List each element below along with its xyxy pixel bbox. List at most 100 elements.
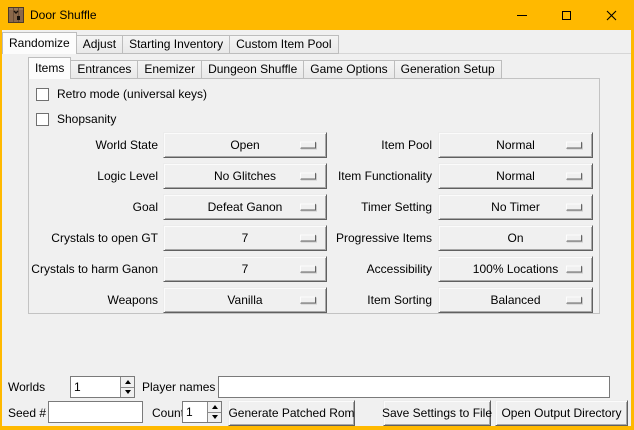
spin-up-icon [212, 405, 218, 409]
window-controls [499, 0, 634, 30]
retro-mode-checkbox[interactable] [36, 88, 49, 101]
tab-game-options[interactable]: Game Options [303, 60, 394, 79]
field-row: Logic Level No Glitches Item Functionali… [0, 163, 634, 189]
goal-dropdown[interactable]: Defeat Ganon [163, 194, 327, 220]
spin-down-icon [125, 390, 131, 394]
goal-value: Defeat Ganon [208, 200, 283, 214]
item-sorting-label: Item Sorting [320, 287, 432, 313]
menu-indicator-icon [566, 235, 582, 242]
seed-label: Seed # [8, 402, 46, 424]
menu-indicator-icon [300, 297, 316, 304]
shopsanity-checkbox[interactable] [36, 113, 49, 126]
worlds-spin-arrows [120, 377, 134, 397]
accessibility-label: Accessibility [320, 256, 432, 282]
worlds-label: Worlds [8, 376, 45, 398]
crystals-ganon-label: Crystals to harm Ganon [20, 256, 158, 282]
weapons-label: Weapons [20, 287, 158, 313]
field-row: World State Open Item Pool Normal [0, 132, 634, 158]
tab-adjust[interactable]: Adjust [76, 35, 123, 54]
menu-indicator-icon [300, 235, 316, 242]
count-spin-down-button[interactable] [208, 412, 221, 423]
menu-indicator-icon [566, 266, 582, 273]
menu-indicator-icon [300, 142, 316, 149]
crystals-gt-dropdown[interactable]: 7 [163, 225, 327, 251]
field-row: Crystals to harm Ganon 7 Accessibility 1… [0, 256, 634, 282]
count-input[interactable] [183, 402, 207, 422]
item-sorting-dropdown[interactable]: Balanced [438, 287, 593, 313]
crystals-gt-value: 7 [242, 231, 249, 245]
crystals-ganon-dropdown[interactable]: 7 [163, 256, 327, 282]
retro-mode-label: Retro mode (universal keys) [57, 87, 207, 101]
field-row: Weapons Vanilla Item Sorting Balanced [0, 287, 634, 313]
tab-enemizer[interactable]: Enemizer [137, 60, 202, 79]
menu-indicator-icon [566, 173, 582, 180]
window-border-bottom [0, 426, 634, 430]
accessibility-value: 100% Locations [473, 262, 558, 276]
logic-level-value: No Glitches [214, 169, 276, 183]
item-functionality-value: Normal [496, 169, 535, 183]
weapons-dropdown[interactable]: Vanilla [163, 287, 327, 313]
menu-indicator-icon [300, 204, 316, 211]
titlebar: Door Shuffle [0, 0, 634, 30]
world-state-dropdown[interactable]: Open [163, 132, 327, 158]
menu-indicator-icon [566, 204, 582, 211]
menu-indicator-icon [300, 173, 316, 180]
player-names-label: Player names [142, 376, 215, 398]
tab-starting-inventory[interactable]: Starting Inventory [122, 35, 230, 54]
item-functionality-dropdown[interactable]: Normal [438, 163, 593, 189]
save-settings-button[interactable]: Save Settings to File [383, 400, 491, 426]
tab-entrances[interactable]: Entrances [70, 60, 138, 79]
main-tab-bar: Randomize Adjust Starting Inventory Cust… [2, 32, 339, 54]
tab-randomize[interactable]: Randomize [2, 32, 77, 54]
window-title: Door Shuffle [30, 8, 97, 22]
weapons-value: Vanilla [227, 293, 262, 307]
item-pool-dropdown[interactable]: Normal [438, 132, 593, 158]
player-names-input[interactable] [218, 376, 610, 398]
door-shuffle-window: Door Shuffle Randomize Adjust Starting I… [0, 0, 634, 430]
close-icon [606, 10, 617, 21]
field-row: Crystals to open GT 7 Progressive Items … [0, 225, 634, 251]
door-icon [8, 7, 24, 23]
field-row: Goal Defeat Ganon Timer Setting No Timer [0, 194, 634, 220]
accessibility-dropdown[interactable]: 100% Locations [438, 256, 593, 282]
maximize-button[interactable] [544, 0, 589, 30]
worlds-spinbox [70, 376, 135, 398]
seed-input[interactable] [48, 401, 143, 423]
worlds-spin-down-button[interactable] [121, 387, 134, 398]
logic-level-label: Logic Level [20, 163, 158, 189]
item-pool-label: Item Pool [320, 132, 432, 158]
worlds-spin-up-button[interactable] [121, 377, 134, 387]
open-output-directory-button[interactable]: Open Output Directory [495, 400, 628, 426]
tab-generation-setup[interactable]: Generation Setup [394, 60, 502, 79]
item-functionality-label: Item Functionality [320, 163, 432, 189]
minimize-button[interactable] [499, 0, 544, 30]
worlds-input[interactable] [71, 377, 120, 397]
count-spinbox [182, 401, 222, 423]
logic-level-dropdown[interactable]: No Glitches [163, 163, 327, 189]
item-pool-value: Normal [496, 138, 535, 152]
tab-custom-item-pool[interactable]: Custom Item Pool [229, 35, 338, 54]
count-spin-up-button[interactable] [208, 402, 221, 412]
menu-indicator-icon [300, 266, 316, 273]
world-state-label: World State [20, 132, 158, 158]
tab-items[interactable]: Items [28, 57, 71, 79]
progressive-items-dropdown[interactable]: On [438, 225, 593, 251]
close-button[interactable] [589, 0, 634, 30]
crystals-ganon-value: 7 [242, 262, 249, 276]
spin-up-icon [125, 380, 131, 384]
progressive-items-label: Progressive Items [320, 225, 432, 251]
timer-setting-dropdown[interactable]: No Timer [438, 194, 593, 220]
maximize-icon [562, 11, 571, 20]
crystals-gt-label: Crystals to open GT [20, 225, 158, 251]
item-sorting-value: Balanced [490, 293, 540, 307]
minimize-icon [517, 15, 527, 16]
tab-dungeon-shuffle[interactable]: Dungeon Shuffle [201, 60, 304, 79]
count-label: Count [152, 402, 184, 424]
timer-setting-label: Timer Setting [320, 194, 432, 220]
spin-down-icon [212, 415, 218, 419]
window-border-left [0, 0, 2, 430]
timer-setting-value: No Timer [491, 200, 540, 214]
shopsanity-row: Shopsanity [36, 112, 116, 126]
generate-patched-rom-button[interactable]: Generate Patched Rom [228, 400, 355, 426]
menu-indicator-icon [566, 142, 582, 149]
